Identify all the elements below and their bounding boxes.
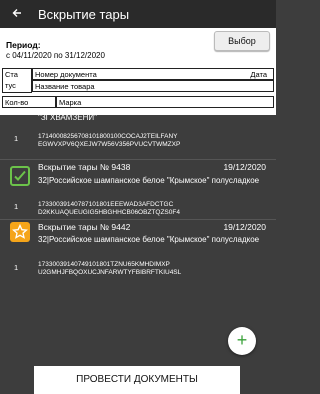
- item-doc-title: Вскрытие тары № 9442: [38, 222, 131, 232]
- item-mark-code: 17330039140787101801EEEWAD3AFDCTGC D2KKU…: [38, 201, 270, 217]
- submit-documents-button[interactable]: ПРОВЕСТИ ДОКУМЕНТЫ: [34, 366, 240, 394]
- item-date: 19/12/2020: [223, 222, 266, 232]
- header-status: Ста тус: [2, 68, 32, 93]
- period-filter: Выбор Период: с 04/11/2020 по 31/12/2020: [0, 28, 276, 68]
- item-mark-code-line2: EGWVXPV6QXEJW7W56V356PVUCVTWMZXP: [38, 141, 181, 148]
- item-product-name: 32|Российское шампанское белое "Крымское…: [38, 176, 260, 185]
- header-product-name: Название товара: [32, 80, 274, 92]
- item-doc-title: Вскрытие тары № 9438: [38, 162, 131, 172]
- item-mark-code: 17330039140749101801TZNU65KMHDIMXP U2GMH…: [38, 261, 270, 277]
- list-item[interactable]: Вскрытие тары № 9438 19/12/2020 32|Росси…: [4, 159, 272, 221]
- item-product-name: 32|Российское шампанское белое "Крымское…: [38, 235, 260, 244]
- item-qty: 1: [14, 134, 19, 143]
- list-item[interactable]: Вскрытие тары № 9442 19/12/2020 32|Росси…: [4, 219, 272, 281]
- header-status-line1: Ста: [5, 70, 18, 79]
- item-mark-code-line1: 17330039140749101801TZNU65KMHDIMXP: [38, 261, 170, 268]
- header-mark: Марка: [56, 96, 274, 108]
- period-value: с 04/11/2020 по 31/12/2020: [6, 51, 105, 60]
- list-item[interactable]: "ЗГХВАМЗЕНИ" 1 17140008256708101800100CO…: [4, 115, 272, 157]
- item-qty: 1: [14, 263, 19, 272]
- item-date: 19/12/2020: [223, 162, 266, 172]
- app-bar: Вскрытие тары: [0, 0, 276, 28]
- item-mark-code-line2: D2KKUAQUEUGIG5HBGHHCB06OBZTQZS0F4: [38, 209, 180, 216]
- header-date: Дата: [250, 70, 267, 79]
- header-doc-number: Номер документа Дата: [32, 68, 274, 80]
- item-mark-code-line1: 17330039140787101801EEEWAD3AFDCTGC: [38, 201, 174, 208]
- back-arrow-icon[interactable]: [4, 7, 30, 22]
- checkmark-icon: [10, 166, 30, 186]
- header-doc-number-label: Номер документа: [35, 70, 97, 79]
- item-product-name: "ЗГХВАМЗЕНИ": [38, 115, 97, 122]
- header-qty: Кол-во: [2, 96, 56, 108]
- add-document-fab[interactable]: +: [228, 327, 256, 355]
- list-header: Ста тус Номер документа Дата Название то…: [0, 68, 276, 115]
- page-title: Вскрытие тары: [38, 6, 130, 22]
- item-mark-code-line1: 17140008256708101800100COCAJ2TEILFANY: [38, 133, 178, 140]
- item-mark-code: 17140008256708101800100COCAJ2TEILFANY EG…: [38, 133, 270, 149]
- item-mark-code-line2: U2GMHJFBQOXUCJNFARWTYFBIBRFTKIU4SL: [38, 269, 182, 276]
- header-status-line2: тус: [5, 81, 16, 90]
- document-list[interactable]: "ЗГХВАМЗЕНИ" 1 17140008256708101800100CO…: [0, 115, 276, 363]
- select-period-button[interactable]: Выбор: [214, 31, 270, 51]
- period-label: Период:: [6, 40, 41, 50]
- star-icon: [10, 222, 30, 242]
- item-qty: 1: [14, 202, 19, 211]
